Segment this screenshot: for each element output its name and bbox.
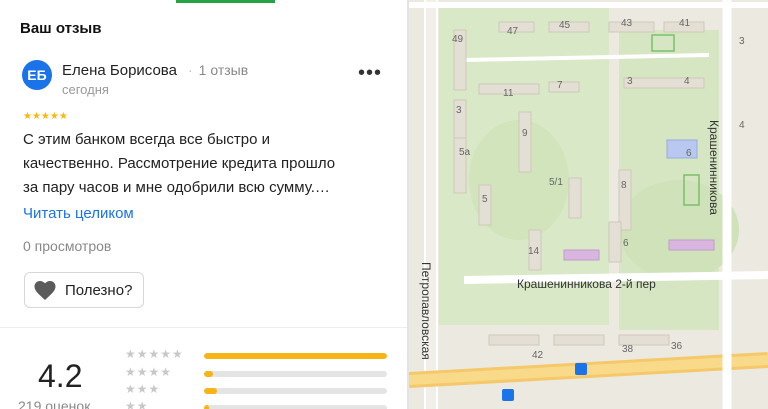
review-stars: ★★★★★ [23,111,68,122]
useful-button[interactable]: Полезно? [24,272,144,308]
house-number: 38 [622,344,634,355]
author-reviews-count: · 1 отзыв [188,62,249,78]
author-reviews-label: 1 отзыв [198,62,249,78]
house-number: 11 [503,88,514,99]
house-number: 4 [684,76,690,87]
rating-bar-fill [204,388,217,394]
house-number: 43 [621,18,633,29]
rating-bar-4[interactable] [204,371,387,377]
house-number: 36 [671,341,683,352]
rating-bar-stars-5: ★★★★★ [125,347,184,361]
review-panel: Ваш отзыв ЕБ Елена Борисова · 1 отзыв сег… [0,0,407,409]
house-number: 9 [522,128,528,139]
map-view[interactable]: Краше­нинникова Крашенинникова 2-й пер П… [409,0,768,409]
house-number: 6 [623,238,629,249]
more-options-button[interactable]: ••• [356,60,384,86]
rating-value: 4.2 [38,358,83,394]
house-number: 7 [557,80,563,91]
house-number: 49 [452,34,464,45]
rating-count: 219 оценок [18,398,91,409]
avatar[interactable]: ЕБ [22,60,52,90]
house-number: 47 [507,26,519,37]
read-more-link[interactable]: Читать целиком [23,205,134,222]
rating-bar-stars-3: ★★★ [125,382,161,396]
rating-bar-2[interactable] [204,405,387,409]
house-number: 5а [459,147,471,158]
rating-bar-stars-2: ★★ [125,399,149,409]
review-text-line: С этим банком всегда все быстро и [23,131,270,148]
house-number: 5 [482,194,488,205]
house-number: 8 [621,180,627,191]
house-number: 4 [739,120,745,131]
review-text: С этим банком всегда все быстро и качест… [23,128,388,200]
street-label: Крашенинникова 2-й пер [517,277,656,291]
street-label: Краше­нинникова [707,120,721,215]
views-count: 0 просмотров [23,238,112,254]
review-text-line: качественно. Рассмотрение кредита прошло [23,155,336,172]
rating-bar-stars-4: ★★★★ [125,365,173,379]
house-number: 14 [528,246,540,257]
rating-bar-5[interactable] [204,353,387,359]
street-label: Петропавловская [419,262,433,360]
rating-bar-fill [204,371,214,377]
house-number: 3 [739,36,745,47]
section-title: Ваш отзыв [20,20,102,37]
house-number: 6 [686,148,692,159]
house-number: 42 [532,350,544,361]
active-tab-indicator [176,0,275,3]
house-number: 45 [559,20,571,31]
rating-bar-fill [204,405,210,409]
review-date: сегодня [62,82,109,97]
review-text-line: за пару часов и мне одобрили всю сумму.… [23,179,330,196]
house-number: 5/1 [549,177,563,188]
divider [0,327,407,328]
useful-button-label: Полезно? [65,281,133,299]
house-number: 3 [456,105,462,116]
author-name[interactable]: Елена Борисова [62,62,177,79]
rating-bar-3[interactable] [204,388,387,394]
rating-bar-fill [204,353,387,359]
heart-icon [34,281,56,300]
house-number: 41 [679,18,691,29]
house-number: 3 [627,76,633,87]
